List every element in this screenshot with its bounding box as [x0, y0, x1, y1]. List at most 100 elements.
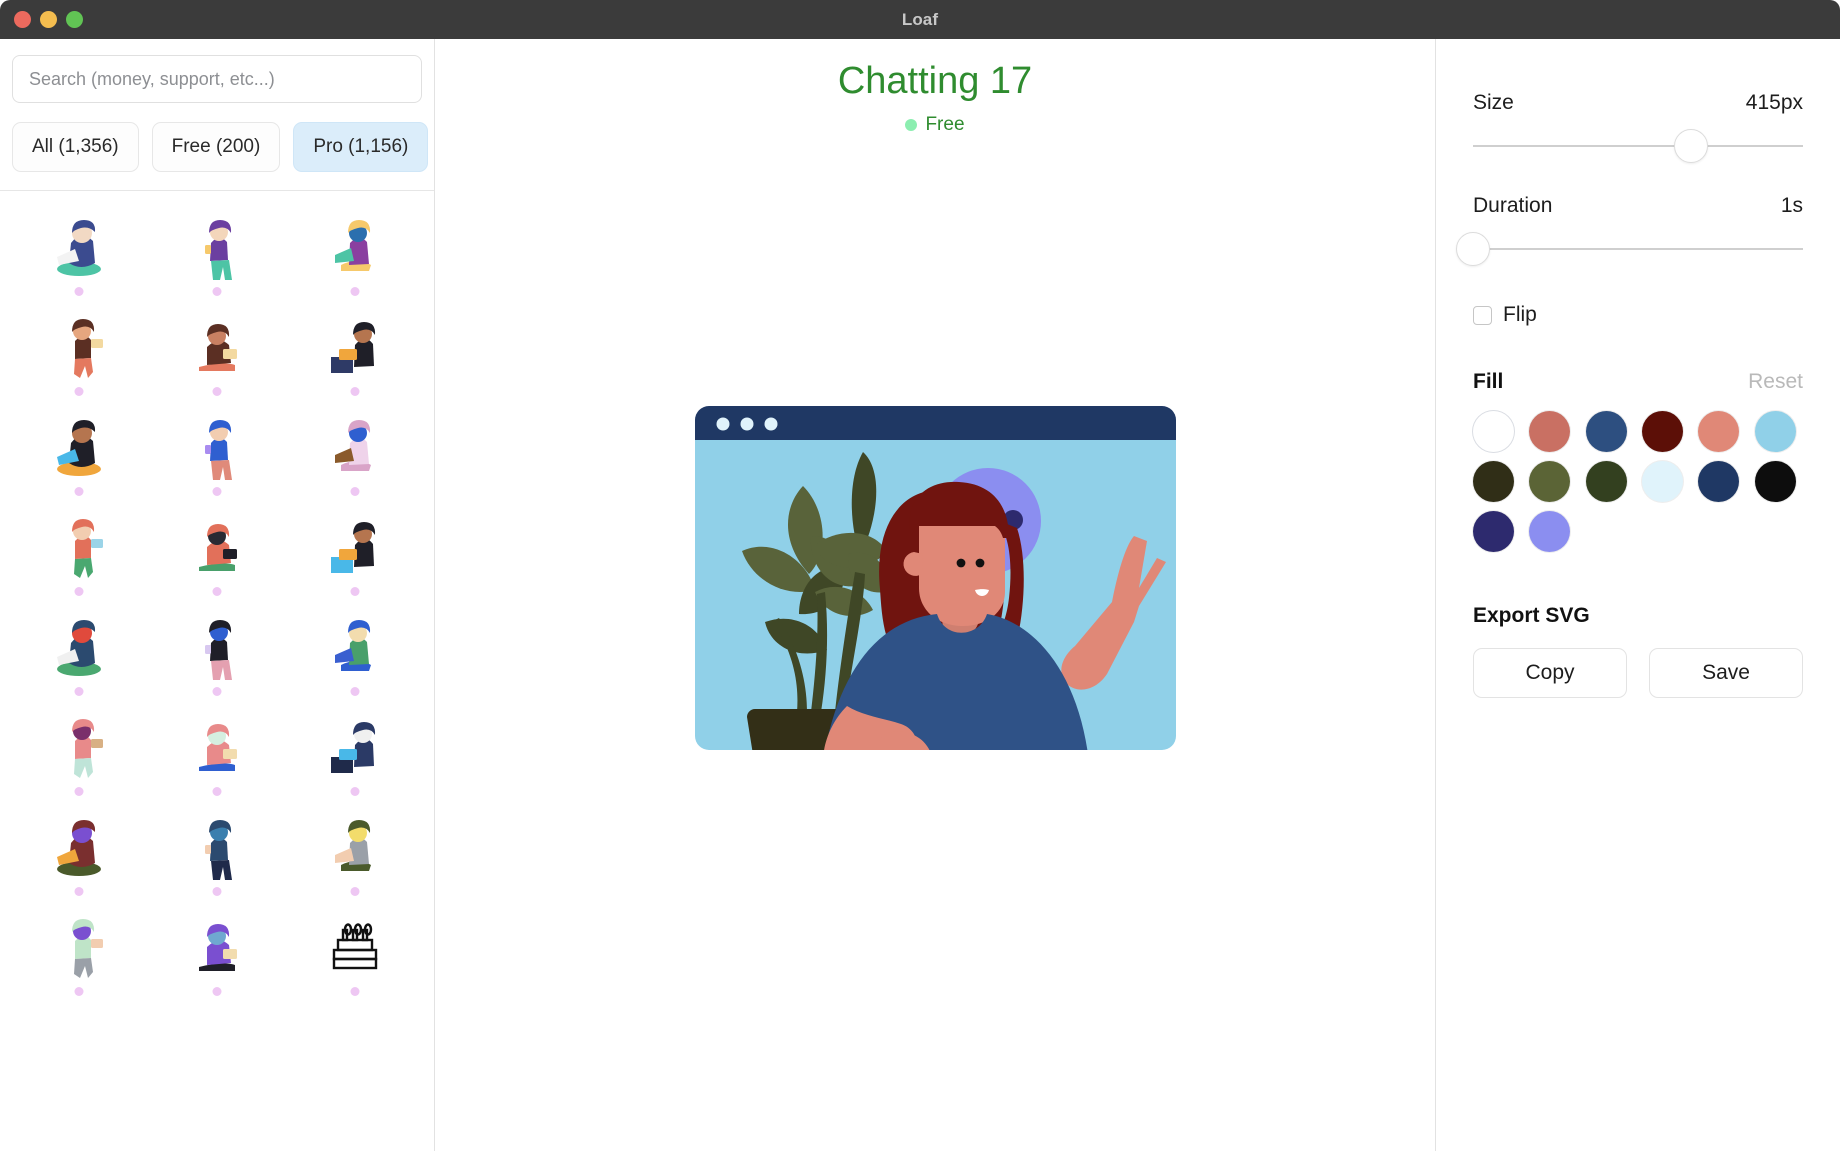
thumbnail-pro-dot-icon — [74, 587, 84, 596]
size-value: 415px — [1745, 91, 1803, 114]
duration-slider-knob[interactable] — [1456, 232, 1490, 266]
size-slider-track[interactable] — [1473, 145, 1803, 147]
fill-reset-button[interactable]: Reset — [1748, 370, 1803, 394]
filter-tab-free[interactable]: Free (200) — [151, 122, 281, 172]
thumbnail-item[interactable] — [286, 797, 424, 897]
thumbnail-item[interactable] — [148, 897, 286, 997]
artwork-license-badge: Free — [905, 113, 965, 136]
thumbnail-pro-dot-icon — [74, 487, 84, 496]
thumbnail-item[interactable] — [10, 597, 148, 697]
flip-label: Flip — [1503, 303, 1537, 326]
filter-tab-all[interactable]: All (1,356) — [12, 122, 139, 172]
thumbnail-pro-dot-icon — [350, 787, 360, 796]
thumbnail-pro-dot-icon — [350, 687, 360, 696]
thumbnail-item[interactable] — [10, 197, 148, 297]
flip-control[interactable]: Flip — [1473, 303, 1803, 327]
chatting-illustration[interactable] — [687, 405, 1184, 761]
thumbnail-item[interactable] — [286, 297, 424, 397]
thumbnail-item[interactable] — [148, 397, 286, 497]
fill-swatch-navy[interactable] — [1698, 461, 1740, 502]
thumbnail-pro-dot-icon — [350, 587, 360, 596]
fill-swatch-salmon[interactable] — [1698, 411, 1740, 452]
save-button[interactable]: Save — [1649, 648, 1803, 698]
canvas-area: Chatting 17 Free — [435, 39, 1435, 1151]
status-dot-icon — [905, 118, 918, 131]
size-label: Size — [1473, 91, 1514, 114]
fill-swatch-periwinkle[interactable] — [1529, 511, 1571, 552]
artwork-license-label: Free — [925, 113, 965, 135]
thumbnail-item[interactable] — [10, 297, 148, 397]
app-window: Loaf All (1,356) Free (200) Pro (1,156) — [0, 0, 1840, 1151]
size-slider[interactable] — [1473, 129, 1803, 163]
thumbnail-pro-dot-icon — [350, 387, 360, 396]
duration-value: 1s — [1780, 194, 1803, 217]
thumbnail-pro-dot-icon — [74, 887, 84, 896]
thumbnail-pro-dot-icon — [74, 987, 84, 996]
zoom-button[interactable] — [66, 11, 83, 28]
fill-swatch-very-dark-olive[interactable] — [1473, 461, 1514, 502]
thumbnail-item[interactable] — [286, 197, 424, 297]
thumbnail-scroll-area[interactable] — [0, 190, 434, 1151]
thumbnail-pro-dot-icon — [350, 887, 360, 896]
copy-button[interactable]: Copy — [1473, 648, 1627, 698]
export-title: Export SVG — [1473, 604, 1590, 627]
duration-label: Duration — [1473, 194, 1553, 217]
thumbnail-item[interactable] — [286, 697, 424, 797]
fill-swatch-white[interactable] — [1473, 411, 1514, 452]
thumbnail-item[interactable] — [10, 797, 148, 897]
thumbnail-item[interactable] — [148, 197, 286, 297]
thumbnail-item[interactable] — [10, 897, 148, 997]
sidebar: All (1,356) Free (200) Pro (1,156) — [0, 39, 435, 1151]
thumbnail-pro-dot-icon — [74, 287, 84, 296]
thumbnail-pro-dot-icon — [212, 787, 222, 796]
fill-swatch-dark-maroon[interactable] — [1641, 411, 1683, 452]
thumbnail-pro-dot-icon — [74, 387, 84, 396]
size-control-header: Size 415px — [1473, 91, 1803, 115]
search-input[interactable] — [12, 55, 422, 103]
thumbnail-item[interactable] — [148, 597, 286, 697]
fill-title: Fill — [1473, 370, 1504, 393]
title-bar: Loaf — [0, 0, 1840, 39]
app-body: All (1,356) Free (200) Pro (1,156) — [0, 39, 1840, 1151]
filter-tabs: All (1,356) Free (200) Pro (1,156) — [0, 103, 434, 190]
fill-swatch-denim-blue[interactable] — [1585, 411, 1627, 452]
thumbnail-item[interactable] — [10, 397, 148, 497]
thumbnail-pro-dot-icon — [350, 987, 360, 996]
size-slider-knob[interactable] — [1673, 129, 1708, 163]
thumbnail-pro-dot-icon — [212, 687, 222, 696]
fill-swatch-sky-blue[interactable] — [1754, 411, 1796, 452]
duration-control-header: Duration 1s — [1473, 194, 1803, 218]
fill-swatch-pale-ice-blue[interactable] — [1641, 461, 1683, 502]
fill-swatch-dark-forest[interactable] — [1585, 461, 1627, 502]
thumbnail-item[interactable] — [148, 697, 286, 797]
duration-slider[interactable] — [1456, 232, 1803, 266]
close-button[interactable] — [14, 11, 31, 28]
flip-checkbox[interactable] — [1473, 305, 1492, 325]
minimize-button[interactable] — [40, 11, 57, 28]
thumbnail-item[interactable] — [148, 297, 286, 397]
thumbnail-item[interactable] — [286, 897, 424, 997]
thumbnail-item[interactable] — [10, 497, 148, 597]
thumbnail-pro-dot-icon — [74, 687, 84, 696]
thumbnail-item[interactable] — [148, 797, 286, 897]
fill-swatch-indigo[interactable] — [1473, 511, 1514, 552]
thumbnail-pro-dot-icon — [212, 987, 222, 996]
thumbnail-item[interactable] — [148, 497, 286, 597]
thumbnail-pro-dot-icon — [212, 387, 222, 396]
thumbnail-pro-dot-icon — [212, 587, 222, 596]
artwork-stage — [435, 136, 1435, 1151]
fill-swatch-olive-green[interactable] — [1529, 461, 1571, 502]
duration-slider-track[interactable] — [1473, 248, 1803, 250]
filter-tab-pro[interactable]: Pro (1,156) — [293, 122, 429, 172]
thumbnail-item[interactable] — [286, 397, 424, 497]
thumbnail-item[interactable] — [286, 497, 424, 597]
fill-swatch-clay-rose[interactable] — [1529, 411, 1571, 452]
thumbnail-pro-dot-icon — [350, 487, 360, 496]
fill-section-header: Fill Reset — [1473, 370, 1803, 394]
thumbnail-pro-dot-icon — [212, 487, 222, 496]
properties-panel: Size 415px Duration 1s Flip Fill Reset E… — [1435, 39, 1840, 1151]
thumbnail-item[interactable] — [286, 597, 424, 697]
thumbnail-pro-dot-icon — [74, 787, 84, 796]
fill-swatch-near-black[interactable] — [1754, 461, 1796, 502]
thumbnail-item[interactable] — [10, 697, 148, 797]
